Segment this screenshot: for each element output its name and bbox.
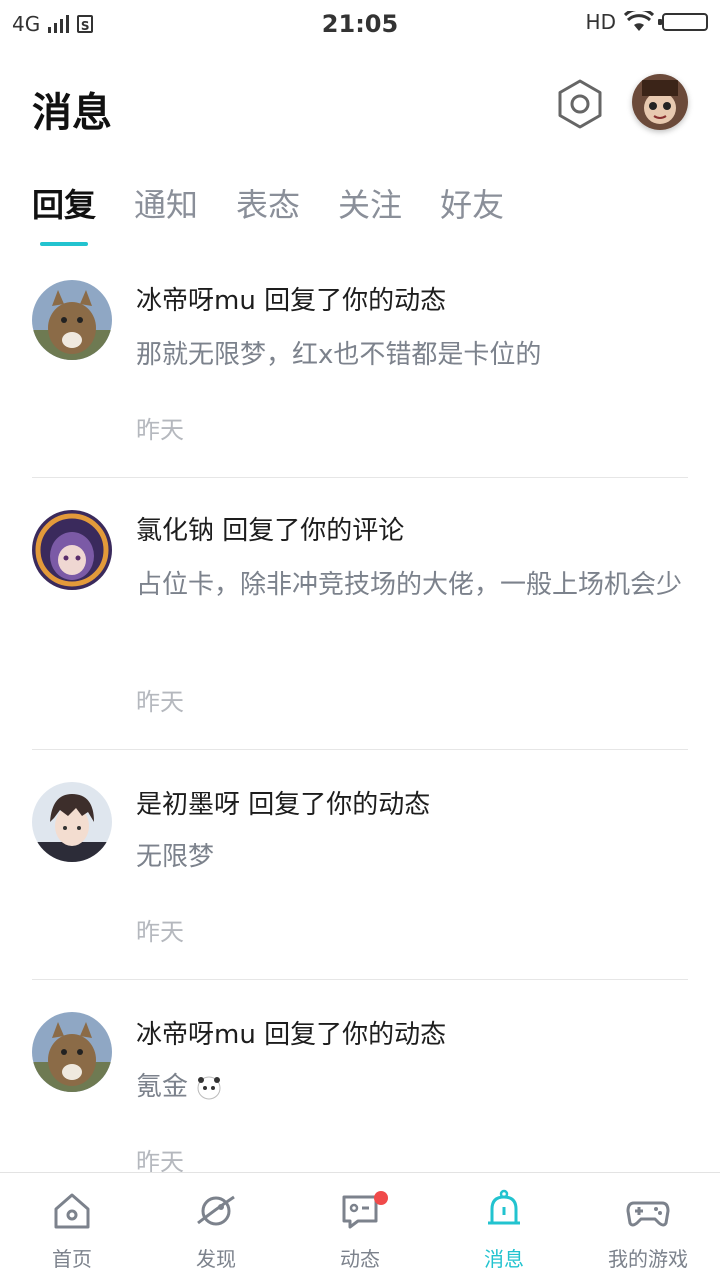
bell-icon (488, 1189, 520, 1225)
tab-replies[interactable]: 回复 (32, 180, 96, 250)
tab-reactions[interactable]: 表态 (236, 180, 300, 250)
hd-label: HD (585, 10, 616, 34)
nav-home[interactable]: 首页 (0, 1173, 144, 1281)
message-list: 冰帝呀mu 回复了你的动态 那就无限梦，红x也不错都是卡位的 昨天 氯化钠 回复… (0, 250, 720, 1180)
planet-icon (197, 1195, 235, 1226)
message-body: 占位卡，除非冲竞技场的大佬，一般上场机会少 (136, 570, 683, 600)
bottom-nav: 首页 发现 动态 消息 我的游戏 (0, 1172, 720, 1281)
avatar[interactable] (32, 280, 112, 360)
nav-feed[interactable]: 动态 (288, 1173, 432, 1281)
tab-follows[interactable]: 关注 (338, 180, 402, 250)
nav-my-games[interactable]: 我的游戏 (576, 1173, 720, 1281)
nav-messages[interactable]: 消息 (432, 1173, 576, 1281)
avatar[interactable] (32, 1012, 112, 1092)
tab-friends[interactable]: 好友 (440, 180, 504, 250)
profile-avatar-button[interactable] (632, 74, 688, 130)
header: 消息 (0, 70, 720, 150)
gear-hexagon-icon (558, 79, 602, 129)
message-time: 昨天 (136, 918, 184, 946)
active-tab-indicator (40, 242, 88, 246)
message-title: 冰帝呀mu 回复了你的动态 (136, 1020, 447, 1050)
message-time: 昨天 (136, 688, 184, 716)
tab-notifications[interactable]: 通知 (134, 180, 198, 250)
message-time: 昨天 (136, 416, 184, 444)
list-item[interactable]: 冰帝呀mu 回复了你的动态 那就无限梦，红x也不错都是卡位的 昨天 (0, 250, 720, 478)
message-title: 氯化钠 回复了你的评论 (136, 516, 405, 546)
avatar[interactable] (32, 510, 112, 590)
status-bar: 4G S 21:05 HD (0, 0, 720, 52)
avatar[interactable] (32, 782, 112, 862)
list-item[interactable]: 是初墨呀 回复了你的动态 无限梦 昨天 (0, 750, 720, 980)
settings-button[interactable] (554, 78, 606, 130)
avatar (632, 74, 688, 130)
message-body: 氪金 (136, 1066, 686, 1108)
home-icon (54, 1193, 90, 1229)
message-body: 无限梦 (136, 842, 215, 872)
panda-emoji-icon (197, 1076, 221, 1099)
list-item[interactable]: 冰帝呀mu 回复了你的动态 氪金 昨天 (0, 980, 720, 1180)
gamepad-icon (626, 1201, 670, 1227)
battery-icon (658, 13, 708, 31)
notification-badge (374, 1191, 388, 1205)
message-title: 是初墨呀 回复了你的动态 (136, 790, 431, 820)
page-title: 消息 (32, 90, 112, 136)
message-title: 冰帝呀mu 回复了你的动态 (136, 286, 447, 316)
list-item[interactable]: 氯化钠 回复了你的评论 占位卡，除非冲竞技场的大佬，一般上场机会少 昨天 (0, 478, 720, 750)
wifi-icon (624, 11, 654, 31)
nav-discover[interactable]: 发现 (144, 1173, 288, 1281)
tab-bar: 回复 通知 表态 关注 好友 (32, 180, 504, 250)
message-body: 那就无限梦，红x也不错都是卡位的 (136, 340, 542, 370)
